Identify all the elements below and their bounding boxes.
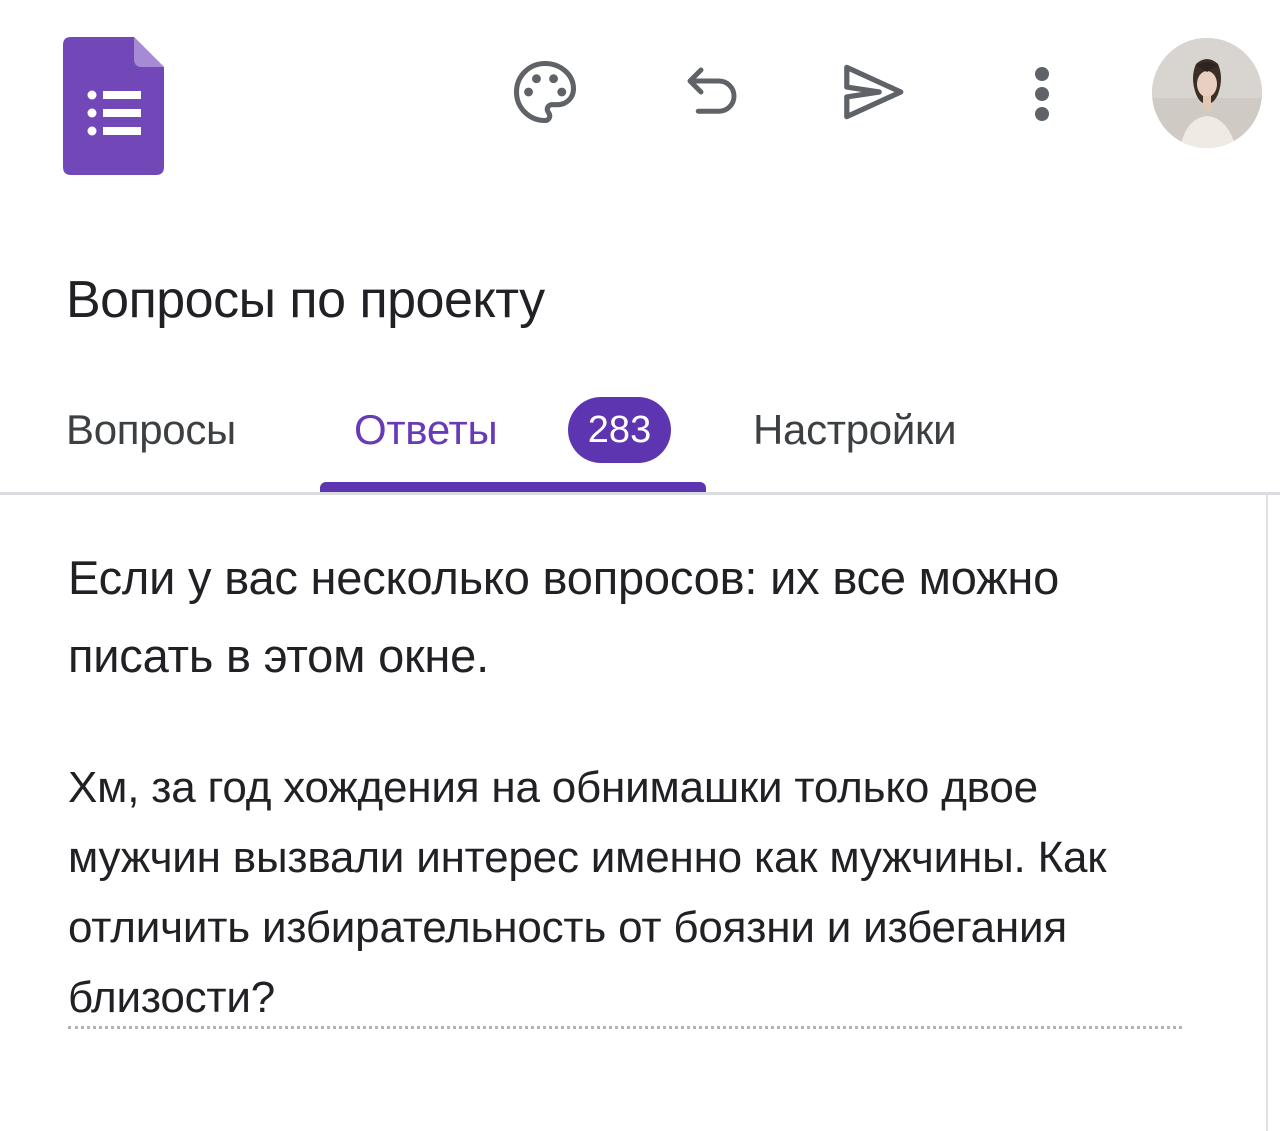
answer-text: Хм, за год хождения на обнимашки только … <box>68 763 1107 1022</box>
answer-underline <box>68 1026 1182 1029</box>
form-title[interactable]: Вопросы по проекту <box>66 268 545 332</box>
forms-logo-icon[interactable] <box>63 37 164 175</box>
tab-questions[interactable]: Вопросы <box>66 404 236 456</box>
responses-count-badge: 283 <box>568 397 671 463</box>
question-title: Если у вас несколько вопросов: их все мо… <box>68 551 1060 682</box>
send-icon[interactable] <box>833 52 913 132</box>
card-border <box>1266 495 1268 1131</box>
palette-icon[interactable] <box>505 52 585 132</box>
tab-answers[interactable]: Ответы <box>354 404 498 456</box>
more-vert-icon[interactable] <box>1002 52 1082 132</box>
tab-divider <box>0 492 1280 495</box>
tab-settings[interactable]: Настройки <box>753 404 957 456</box>
undo-icon[interactable] <box>672 52 752 132</box>
avatar[interactable] <box>1152 38 1262 148</box>
